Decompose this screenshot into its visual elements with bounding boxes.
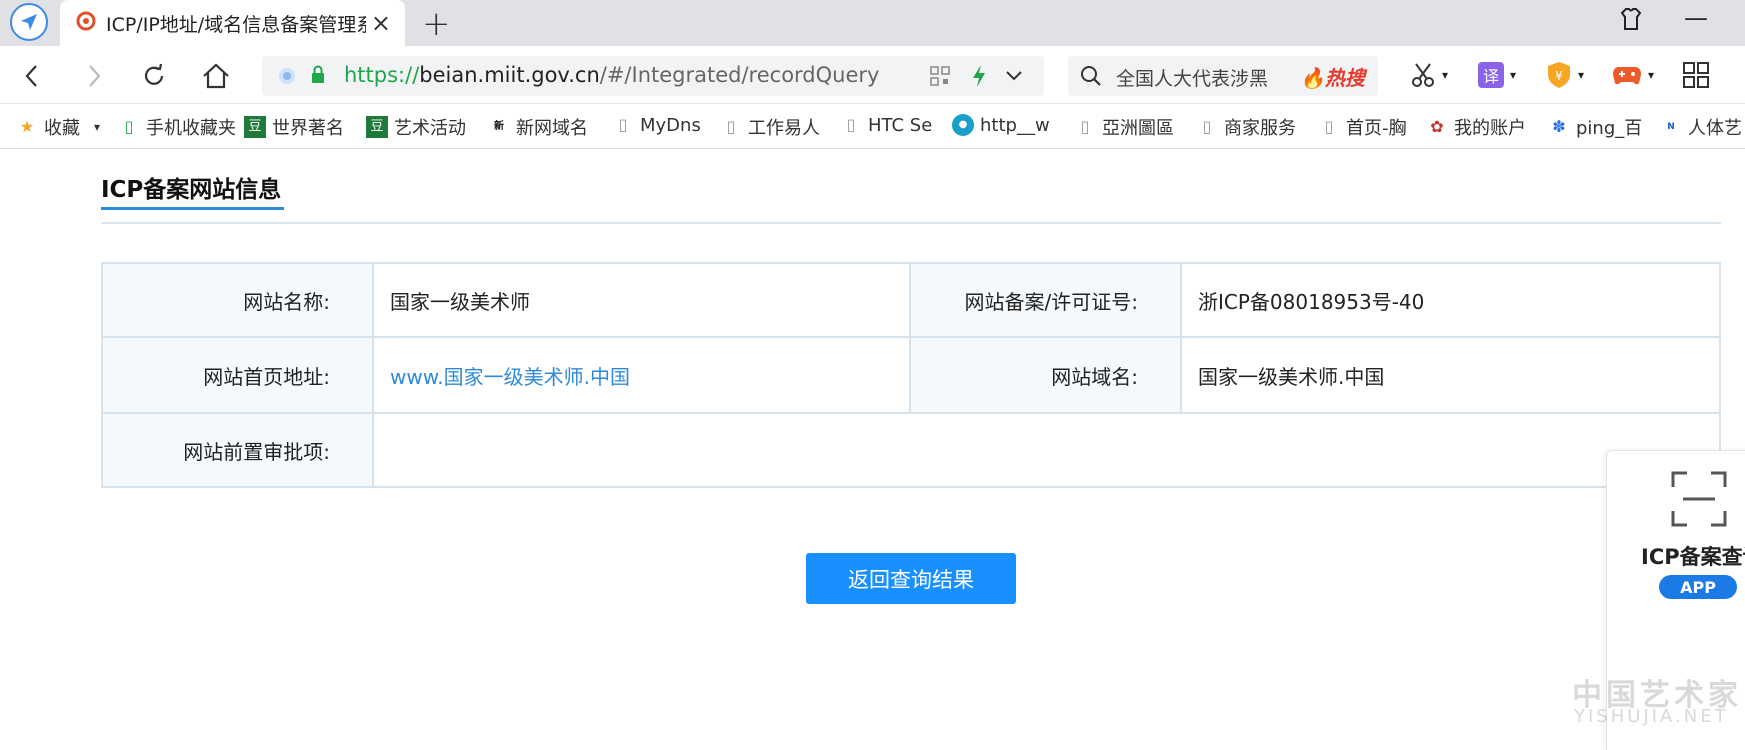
minimize-icon[interactable]: —	[1684, 4, 1708, 32]
bookmark-item[interactable]: ▯ HTC Se	[840, 114, 933, 136]
section-divider	[101, 222, 1721, 224]
new-tab-icon[interactable]: +	[422, 4, 451, 44]
tab-close-icon[interactable]: ×	[371, 9, 391, 37]
account-icon: ✿	[1430, 117, 1444, 136]
globe-icon: ●	[952, 114, 974, 136]
page-icon: ▯	[846, 115, 856, 134]
bookmark-item[interactable]: 豆艺术活动	[366, 114, 466, 140]
bookmark-item[interactable]: ▯ 工作易人	[720, 114, 820, 140]
bookmark-item[interactable]: N 人体艺	[1660, 114, 1742, 140]
qr-code-icon[interactable]	[930, 66, 950, 90]
search-input[interactable]: 全国人大代表涉黑	[1116, 64, 1268, 91]
star-icon: ★	[19, 117, 35, 136]
apps-grid-icon[interactable]	[1682, 58, 1710, 92]
navigation-bar: https://beian.miit.gov.cn/#/Integrated/r…	[0, 46, 1745, 104]
home-icon[interactable]	[196, 56, 236, 96]
bookmark-item[interactable]: 新新网域名	[488, 114, 588, 140]
value-homepage-url: www.国家一级美术师.中国	[372, 336, 911, 414]
bookmark-favorites[interactable]: ★ 收藏 ▾	[16, 114, 100, 140]
bookmark-item[interactable]: ▯ 亞洲圖區	[1074, 114, 1174, 140]
watermark-url: YISHUJIA.NET	[1574, 706, 1729, 727]
forward-arrow-icon[interactable]	[74, 56, 114, 96]
skin-icon[interactable]	[1618, 6, 1644, 38]
site-favicon-icon	[76, 11, 96, 35]
back-to-results-button[interactable]: 返回查询结果	[806, 553, 1016, 604]
translate-icon[interactable]: 译 ▾	[1478, 58, 1516, 92]
flame-icon: 🔥	[1300, 66, 1325, 90]
security-badge-icon[interactable]: ¥ ▾	[1546, 58, 1584, 92]
address-bar[interactable]: https://beian.miit.gov.cn/#/Integrated/r…	[262, 56, 1044, 96]
bookmark-item[interactable]: ▯ 首页-胸	[1318, 114, 1407, 140]
bookmark-item[interactable]: ● http__w	[952, 114, 1050, 136]
url-scheme: https://	[344, 63, 420, 87]
news-icon: N	[1667, 122, 1675, 132]
douban-icon: 豆	[366, 116, 388, 138]
url-domain: beian.miit.gov.cn	[419, 63, 600, 87]
section-title: ICP备案网站信息	[101, 177, 282, 203]
value-domain: 国家一级美术师.中国	[1180, 336, 1721, 414]
chevron-down-icon[interactable]	[1004, 66, 1024, 90]
page-content: ICP备案网站信息 网站名称: 国家一级美术师 网站备案/许可证号: 浙ICP备…	[0, 150, 1745, 750]
tab-title: ICP/IP地址/域名信息备案管理系	[106, 13, 366, 36]
reload-icon[interactable]	[134, 56, 174, 96]
phone-icon: ▯	[124, 117, 134, 136]
value-pre-approval	[372, 412, 1721, 488]
game-controller-icon[interactable]: ▾	[1612, 58, 1654, 92]
page-icon: ▯	[726, 117, 736, 136]
svg-text:¥: ¥	[1555, 69, 1563, 83]
bookmark-item[interactable]: ✿ 我的账户	[1426, 114, 1526, 140]
page-icon: ▯	[618, 115, 628, 134]
security-shield-icon[interactable]	[278, 67, 296, 89]
back-arrow-icon[interactable]	[12, 56, 52, 96]
hot-search-label[interactable]: 🔥热搜	[1300, 62, 1365, 91]
lock-icon[interactable]	[310, 65, 326, 89]
screenshot-scissors-icon[interactable]: ▾	[1410, 58, 1448, 92]
app-badge[interactable]: APP	[1659, 575, 1737, 599]
label-homepage-url: 网站首页地址:	[101, 336, 374, 414]
browser-tab-active[interactable]: ICP/IP地址/域名信息备案管理系 ×	[60, 0, 405, 46]
bookmark-item[interactable]: 豆世界著名	[244, 114, 344, 140]
label-site-name: 网站名称:	[101, 262, 374, 338]
value-license-number: 浙ICP备08018953号-40	[1180, 262, 1721, 338]
browser-titlebar: ICP/IP地址/域名信息备案管理系 × + —	[0, 0, 1745, 46]
favorites-dropdown-icon[interactable]: ▾	[94, 120, 100, 134]
xinwang-icon: 新	[494, 121, 504, 132]
label-license-number: 网站备案/许可证号:	[909, 262, 1182, 338]
search-box[interactable]: 全国人大代表涉黑 🔥热搜	[1068, 56, 1378, 96]
page-icon: ▯	[1324, 117, 1334, 136]
url-path: /#/Integrated/recordQuery	[599, 63, 880, 87]
bookmark-item[interactable]: ▯ 商家服务	[1196, 114, 1296, 140]
douban-icon: 豆	[244, 116, 266, 138]
bookmarks-bar: ★ 收藏 ▾ ▯ 手机收藏夹 豆世界著名 豆艺术活动 新新网域名 ▯ MyDns ▯ 工作…	[0, 105, 1745, 149]
label-domain: 网站域名:	[909, 336, 1182, 414]
page-icon: ▯	[1202, 117, 1212, 136]
url-text[interactable]: https://beian.miit.gov.cn/#/Integrated/r…	[344, 63, 879, 87]
homepage-link[interactable]: www.国家一级美术师.中国	[390, 361, 630, 390]
bookmark-item[interactable]: ▯ MyDns	[612, 114, 701, 136]
lightning-icon[interactable]	[970, 64, 988, 92]
baidu-icon: ✽	[1552, 117, 1566, 136]
bookmark-item[interactable]: ✽ ping_百	[1548, 114, 1642, 140]
app-panel-title: ICP备案查询	[1641, 545, 1745, 569]
label-pre-approval: 网站前置审批项:	[101, 412, 374, 488]
value-site-name: 国家一级美术师	[372, 262, 911, 338]
browser-logo-icon[interactable]	[10, 3, 48, 41]
bookmark-item[interactable]: ▯ 手机收藏夹	[118, 114, 236, 140]
scan-frame-icon	[1671, 471, 1727, 531]
hot-label: 热搜	[1324, 66, 1365, 90]
search-icon[interactable]	[1080, 65, 1102, 91]
section-title-underline	[101, 207, 284, 210]
page-icon: ▯	[1080, 117, 1090, 136]
